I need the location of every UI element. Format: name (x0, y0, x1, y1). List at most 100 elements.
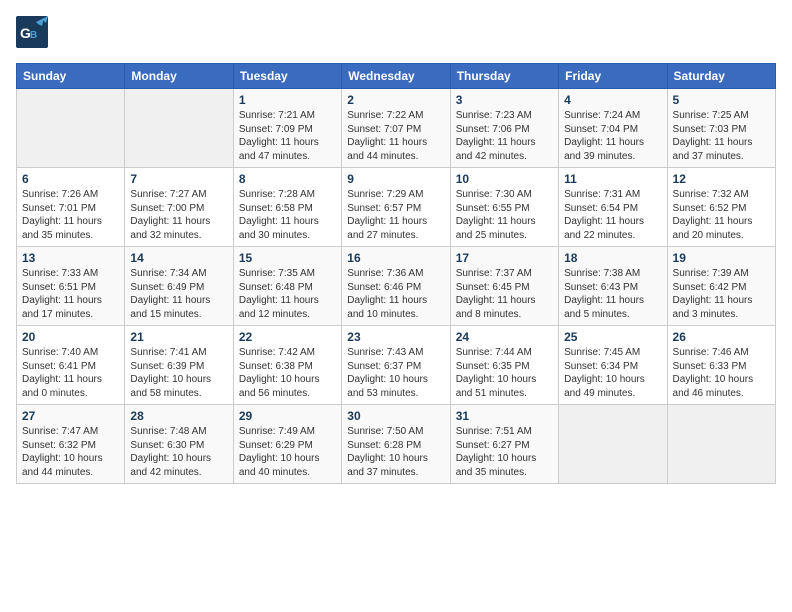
cell-info: Sunrise: 7:49 AM Sunset: 6:29 PM Dayligh… (239, 425, 336, 479)
calendar-cell: 4 Sunrise: 7:24 AM Sunset: 7:04 PM Daylig… (559, 89, 667, 168)
week-row-3: 20 Sunrise: 7:40 AM Sunset: 6:41 PM Dayli… (17, 326, 776, 405)
week-row-1: 6 Sunrise: 7:26 AM Sunset: 7:01 PM Daylig… (17, 168, 776, 247)
calendar-cell: 31Sunrise: 7:51 AM Sunset: 6:27 PM Dayli… (450, 405, 558, 484)
cell-info: Sunrise: 7:47 AM Sunset: 6:32 PM Dayligh… (22, 425, 119, 479)
cell-info: Sunrise: 7:46 AM Sunset: 6:33 PM Dayligh… (673, 346, 770, 400)
day-number: 14 (130, 251, 227, 265)
cell-info: Sunrise: 7:22 AM Sunset: 7:07 PM Dayligh… (347, 109, 444, 163)
day-number: 15 (239, 251, 336, 265)
calendar-cell: 19 Sunrise: 7:39 AM Sunset: 6:42 PM Dayli… (667, 247, 775, 326)
cell-info: Sunrise: 7:48 AM Sunset: 6:30 PM Dayligh… (130, 425, 227, 479)
cell-info: Sunrise: 7:36 AM Sunset: 6:46 PM Dayligh… (347, 267, 444, 321)
calendar-cell: 12Sunrise: 7:32 AM Sunset: 6:52 PM Dayli… (667, 168, 775, 247)
header-wednesday: Wednesday (342, 64, 450, 89)
day-number: 24 (456, 330, 553, 344)
header-tuesday: Tuesday (233, 64, 341, 89)
cell-info: Sunrise: 7:40 AM Sunset: 6:41 PM Dayligh… (22, 346, 119, 400)
day-number: 5 (673, 93, 770, 107)
day-number: 16 (347, 251, 444, 265)
day-number: 1 (239, 93, 336, 107)
day-number: 6 (22, 172, 119, 186)
calendar-cell: 24 Sunrise: 7:44 AM Sunset: 6:35 PM Dayli… (450, 326, 558, 405)
week-row-0: 1 Sunrise: 7:21 AM Sunset: 7:09 PM Daylig… (17, 89, 776, 168)
calendar-cell: 14 Sunrise: 7:34 AM Sunset: 6:49 PM Dayli… (125, 247, 233, 326)
day-number: 22 (239, 330, 336, 344)
cell-info: Sunrise: 7:39 AM Sunset: 6:42 PM Dayligh… (673, 267, 770, 321)
calendar-cell: 6 Sunrise: 7:26 AM Sunset: 7:01 PM Daylig… (17, 168, 125, 247)
cell-info: Sunrise: 7:42 AM Sunset: 6:38 PM Dayligh… (239, 346, 336, 400)
cell-info: Sunrise: 7:32 AM Sunset: 6:52 PM Dayligh… (673, 188, 770, 242)
calendar-cell: 7 Sunrise: 7:27 AM Sunset: 7:00 PM Daylig… (125, 168, 233, 247)
calendar-cell: 23 Sunrise: 7:43 AM Sunset: 6:37 PM Dayli… (342, 326, 450, 405)
day-number: 4 (564, 93, 661, 107)
calendar-cell: 15 Sunrise: 7:35 AM Sunset: 6:48 PM Dayli… (233, 247, 341, 326)
week-row-2: 13Sunrise: 7:33 AM Sunset: 6:51 PM Dayli… (17, 247, 776, 326)
day-number: 3 (456, 93, 553, 107)
cell-info: Sunrise: 7:24 AM Sunset: 7:04 PM Dayligh… (564, 109, 661, 163)
calendar-cell: 30Sunrise: 7:50 AM Sunset: 6:28 PM Dayli… (342, 405, 450, 484)
calendar-cell (667, 405, 775, 484)
header-saturday: Saturday (667, 64, 775, 89)
calendar-cell: 25 Sunrise: 7:45 AM Sunset: 6:34 PM Dayli… (559, 326, 667, 405)
logo: G B (16, 16, 52, 53)
day-number: 10 (456, 172, 553, 186)
cell-info: Sunrise: 7:31 AM Sunset: 6:54 PM Dayligh… (564, 188, 661, 242)
day-number: 2 (347, 93, 444, 107)
day-number: 17 (456, 251, 553, 265)
header-friday: Friday (559, 64, 667, 89)
cell-info: Sunrise: 7:35 AM Sunset: 6:48 PM Dayligh… (239, 267, 336, 321)
calendar-cell: 26 Sunrise: 7:46 AM Sunset: 6:33 PM Dayli… (667, 326, 775, 405)
calendar-cell: 29 Sunrise: 7:49 AM Sunset: 6:29 PM Dayli… (233, 405, 341, 484)
cell-info: Sunrise: 7:45 AM Sunset: 6:34 PM Dayligh… (564, 346, 661, 400)
day-number: 26 (673, 330, 770, 344)
cell-info: Sunrise: 7:44 AM Sunset: 6:35 PM Dayligh… (456, 346, 553, 400)
day-number: 28 (130, 409, 227, 423)
day-number: 25 (564, 330, 661, 344)
calendar-table: SundayMondayTuesdayWednesdayThursdayFrid… (16, 63, 776, 484)
calendar-cell (17, 89, 125, 168)
day-number: 29 (239, 409, 336, 423)
calendar-header-row: SundayMondayTuesdayWednesdayThursdayFrid… (17, 64, 776, 89)
calendar-cell (125, 89, 233, 168)
cell-info: Sunrise: 7:27 AM Sunset: 7:00 PM Dayligh… (130, 188, 227, 242)
calendar-cell: 21 Sunrise: 7:41 AM Sunset: 6:39 PM Dayli… (125, 326, 233, 405)
day-number: 11 (564, 172, 661, 186)
svg-text:B: B (30, 30, 37, 41)
calendar-cell: 11 Sunrise: 7:31 AM Sunset: 6:54 PM Dayli… (559, 168, 667, 247)
calendar-cell: 13Sunrise: 7:33 AM Sunset: 6:51 PM Dayli… (17, 247, 125, 326)
day-number: 21 (130, 330, 227, 344)
day-number: 8 (239, 172, 336, 186)
calendar-cell: 1 Sunrise: 7:21 AM Sunset: 7:09 PM Daylig… (233, 89, 341, 168)
day-number: 23 (347, 330, 444, 344)
day-number: 18 (564, 251, 661, 265)
cell-info: Sunrise: 7:38 AM Sunset: 6:43 PM Dayligh… (564, 267, 661, 321)
calendar-cell: 22 Sunrise: 7:42 AM Sunset: 6:38 PM Dayli… (233, 326, 341, 405)
logo-icon: G B (16, 16, 48, 48)
calendar-cell (559, 405, 667, 484)
header-monday: Monday (125, 64, 233, 89)
day-number: 31 (456, 409, 553, 423)
calendar-cell: 20 Sunrise: 7:40 AM Sunset: 6:41 PM Dayli… (17, 326, 125, 405)
week-row-4: 27 Sunrise: 7:47 AM Sunset: 6:32 PM Dayli… (17, 405, 776, 484)
day-number: 20 (22, 330, 119, 344)
calendar-cell: 3Sunrise: 7:23 AM Sunset: 7:06 PM Daylig… (450, 89, 558, 168)
cell-info: Sunrise: 7:29 AM Sunset: 6:57 PM Dayligh… (347, 188, 444, 242)
day-number: 9 (347, 172, 444, 186)
header-sunday: Sunday (17, 64, 125, 89)
day-number: 7 (130, 172, 227, 186)
calendar-cell: 28 Sunrise: 7:48 AM Sunset: 6:30 PM Dayli… (125, 405, 233, 484)
day-number: 13 (22, 251, 119, 265)
cell-info: Sunrise: 7:43 AM Sunset: 6:37 PM Dayligh… (347, 346, 444, 400)
cell-info: Sunrise: 7:26 AM Sunset: 7:01 PM Dayligh… (22, 188, 119, 242)
cell-info: Sunrise: 7:21 AM Sunset: 7:09 PM Dayligh… (239, 109, 336, 163)
calendar-cell: 10Sunrise: 7:30 AM Sunset: 6:55 PM Dayli… (450, 168, 558, 247)
cell-info: Sunrise: 7:34 AM Sunset: 6:49 PM Dayligh… (130, 267, 227, 321)
day-number: 19 (673, 251, 770, 265)
cell-info: Sunrise: 7:37 AM Sunset: 6:45 PM Dayligh… (456, 267, 553, 321)
cell-info: Sunrise: 7:41 AM Sunset: 6:39 PM Dayligh… (130, 346, 227, 400)
page-header: G B (16, 16, 776, 53)
day-number: 27 (22, 409, 119, 423)
calendar-cell: 8Sunrise: 7:28 AM Sunset: 6:58 PM Daylig… (233, 168, 341, 247)
calendar-cell: 17 Sunrise: 7:37 AM Sunset: 6:45 PM Dayli… (450, 247, 558, 326)
header-thursday: Thursday (450, 64, 558, 89)
